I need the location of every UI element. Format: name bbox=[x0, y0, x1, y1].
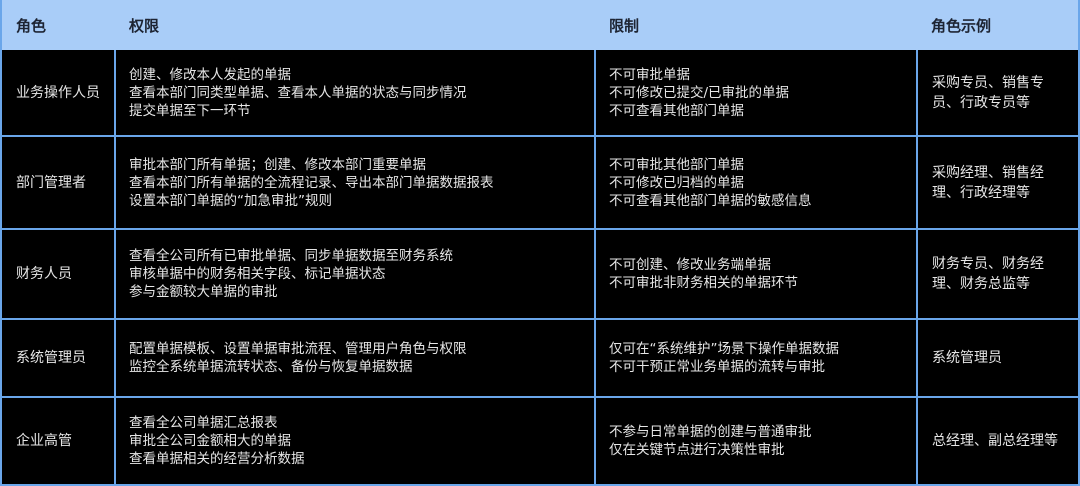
role-cell: 企业高管 bbox=[2, 397, 116, 484]
restriction-line: 不可干预正常业务单据的流转与审批 bbox=[609, 359, 825, 375]
permissions-cell: 审批本部门所有单据；创建、修改本部门重要单据 查看本部门所有单据的全流程记录、导… bbox=[115, 136, 596, 230]
role-permissions-table: 角色 权限 限制 角色示例 业务操作人员 创建、修改本人发起的单据 查看本部门同… bbox=[2, 0, 1078, 484]
role-cell: 财务人员 bbox=[2, 229, 116, 320]
permissions-table-frame: 角色 权限 限制 角色示例 业务操作人员 创建、修改本人发起的单据 查看本部门同… bbox=[0, 0, 1080, 486]
restrictions-cell: 仅可在“系统维护”场景下操作单据数据 不可干预正常业务单据的流转与审批 bbox=[595, 319, 918, 398]
restriction-line: 不可审批其他部门单据 bbox=[609, 156, 744, 173]
restriction-line: 仅在关键节点进行决策性审批 bbox=[609, 442, 785, 458]
permissions-cell: 创建、修改本人发起的单据 查看本部门同类型单据、查看本人单据的状态与同步情况 提… bbox=[115, 50, 596, 137]
permissions-cell: 查看全公司单据汇总报表 审批全公司金额相大的单据 查看单据相关的经营分析数据 bbox=[115, 397, 596, 484]
restrictions-cell: 不可创建、修改业务端单据 不可审批非财务相关的单据环节 bbox=[595, 229, 918, 320]
examples-cell: 总经理、副总经理等 bbox=[917, 397, 1078, 484]
restriction-line: 不可查看其他部门单据的敏感信息 bbox=[609, 192, 812, 209]
restriction-line: 仅可在“系统维护”场景下操作单据数据 bbox=[609, 341, 839, 357]
permission-line: 审批本部门所有单据；创建、修改本部门重要单据 bbox=[129, 156, 426, 173]
header-permissions: 权限 bbox=[115, 0, 595, 50]
restriction-line: 不可审批非财务相关的单据环节 bbox=[609, 275, 798, 291]
permission-line: 审核单据中的财务相关字段、标记单据状态 bbox=[129, 266, 386, 282]
header-examples: 角色示例 bbox=[917, 0, 1078, 50]
restrictions-cell: 不可审批单据 不可修改已提交/已审批的单据 不可查看其他部门单据 bbox=[595, 50, 918, 137]
restriction-line: 不可修改已归档的单据 bbox=[609, 174, 744, 191]
permission-line: 查看本部门所有单据的全流程记录、导出本部门单据数据报表 bbox=[129, 174, 494, 191]
restriction-line: 不可修改已提交/已审批的单据 bbox=[609, 84, 790, 101]
table-row: 系统管理员 配置单据模板、设置单据审批流程、管理用户角色与权限 监控全系统单据流… bbox=[2, 319, 1078, 398]
table-row: 企业高管 查看全公司单据汇总报表 审批全公司金额相大的单据 查看单据相关的经营分… bbox=[2, 397, 1078, 484]
restriction-line: 不参与日常单据的创建与普通审批 bbox=[609, 424, 812, 440]
examples-cell: 采购经理、销售经理、行政经理等 bbox=[917, 136, 1078, 230]
restriction-line: 不可审批单据 bbox=[609, 66, 690, 83]
permission-line: 设置本部门单据的“加急审批”规则 bbox=[129, 192, 332, 209]
header-role: 角色 bbox=[2, 0, 115, 50]
permission-line: 查看本部门同类型单据、查看本人单据的状态与同步情况 bbox=[129, 84, 467, 101]
permission-line: 查看全公司单据汇总报表 bbox=[129, 415, 278, 431]
role-cell: 业务操作人员 bbox=[2, 50, 116, 137]
permission-line: 提交单据至下一环节 bbox=[129, 102, 251, 119]
examples-cell: 财务专员、财务经理、财务总监等 bbox=[917, 229, 1078, 320]
restriction-line: 不可查看其他部门单据 bbox=[609, 102, 744, 119]
role-cell: 系统管理员 bbox=[2, 319, 116, 398]
permission-line: 配置单据模板、设置单据审批流程、管理用户角色与权限 bbox=[129, 341, 467, 357]
permission-line: 查看单据相关的经营分析数据 bbox=[129, 451, 305, 467]
header-restrictions: 限制 bbox=[595, 0, 917, 50]
table-row: 部门管理者 审批本部门所有单据；创建、修改本部门重要单据 查看本部门所有单据的全… bbox=[2, 136, 1078, 230]
permission-line: 监控全系统单据流转状态、备份与恢复单据数据 bbox=[129, 359, 413, 375]
permission-line: 审批全公司金额相大的单据 bbox=[129, 433, 291, 449]
restrictions-cell: 不参与日常单据的创建与普通审批 仅在关键节点进行决策性审批 bbox=[595, 397, 918, 484]
table-header-row: 角色 权限 限制 角色示例 bbox=[2, 0, 1078, 50]
role-cell: 部门管理者 bbox=[2, 136, 116, 230]
examples-cell: 采购专员、销售专员、行政专员等 bbox=[917, 50, 1078, 137]
permissions-cell: 配置单据模板、设置单据审批流程、管理用户角色与权限 监控全系统单据流转状态、备份… bbox=[115, 319, 596, 398]
permission-line: 查看全公司所有已审批单据、同步单据数据至财务系统 bbox=[129, 248, 453, 264]
restrictions-cell: 不可审批其他部门单据 不可修改已归档的单据 不可查看其他部门单据的敏感信息 bbox=[595, 136, 918, 230]
examples-cell: 系统管理员 bbox=[917, 319, 1078, 398]
restriction-line: 不可创建、修改业务端单据 bbox=[609, 257, 771, 273]
table-row: 业务操作人员 创建、修改本人发起的单据 查看本部门同类型单据、查看本人单据的状态… bbox=[2, 50, 1078, 137]
table-row: 财务人员 查看全公司所有已审批单据、同步单据数据至财务系统 审核单据中的财务相关… bbox=[2, 229, 1078, 320]
permission-line: 参与金额较大单据的审批 bbox=[129, 284, 278, 300]
permission-line: 创建、修改本人发起的单据 bbox=[129, 66, 291, 83]
permissions-cell: 查看全公司所有已审批单据、同步单据数据至财务系统 审核单据中的财务相关字段、标记… bbox=[115, 229, 596, 320]
